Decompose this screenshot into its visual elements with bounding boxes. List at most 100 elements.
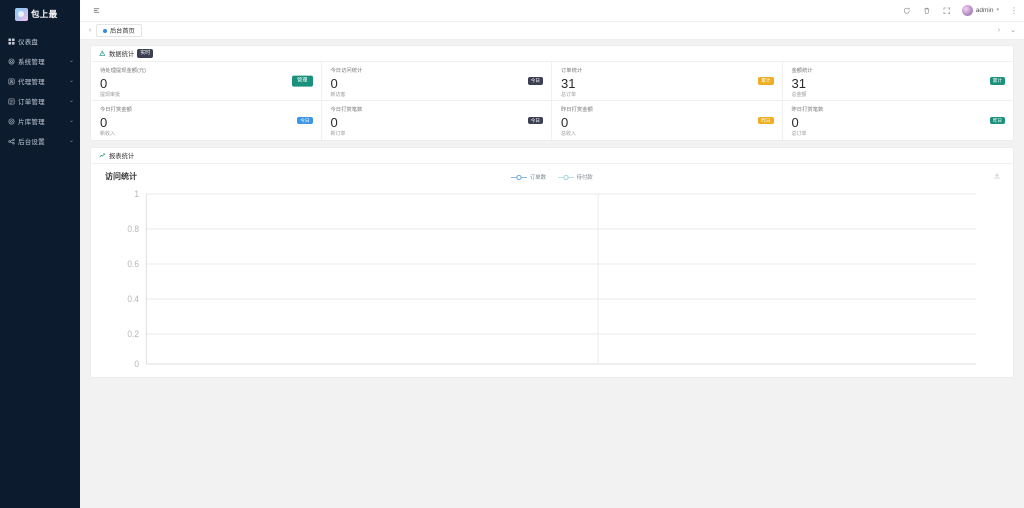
user-name: admin [975,7,994,14]
sidebar-item-dashboard[interactable]: 仪表盘 [0,31,80,51]
sidebar-item-order[interactable]: 订单管理 ⌄ [0,91,80,111]
stat-card: 金额统计 31 总金额 累计 [782,62,1013,101]
line-chart-icon [99,152,106,159]
sidebar-item-label: 后台设置 [18,139,45,146]
report-panel-header: 报表统计 [91,148,1013,164]
content-area: 数据统计 实时 待处理提现金额(元) 0 提现审批 管理 今日访问统计 0 新访… [80,40,1024,508]
stat-sublabel: 总订单 [561,92,577,99]
status-badge: 今日 [527,77,543,85]
stat-label: 金额统计 [791,68,813,74]
tab-scroll-next[interactable]: › [998,27,1000,34]
y-tick-label: 0.6 [127,259,139,269]
share-config-icon [7,137,15,145]
stat-label: 待处理提现金额(元) [100,68,146,74]
status-badge: 今日 [297,116,313,125]
stat-label: 今日打赏笔数 [330,107,363,113]
stat-sublabel: 提现审批 [100,92,121,99]
stat-sublabel: 新访客 [330,92,346,99]
chevron-down-icon: ⌄ [68,98,74,104]
sidebar-item-system[interactable]: 系统管理 ⌄ [0,51,80,71]
stat-sublabel: 新订单 [330,131,346,138]
stat-card: 今日打赏金额 0 新收入 今日 [91,101,322,140]
clear-cache-icon[interactable] [922,6,931,15]
sidebar-item-label: 仪表盘 [18,39,39,46]
media-library-icon [7,117,15,125]
sidebar-item-label: 片库管理 [18,119,45,126]
tab-scroll-prev[interactable]: ‹ [84,27,96,34]
stat-sublabel: 新收入 [100,131,116,138]
tab-backend-home[interactable]: 后台首页 [96,24,142,37]
tab-bar: ‹ 后台首页 › ⌄ [80,22,1024,40]
tab-active-dot-icon [103,28,107,33]
stat-value: 0 [330,75,338,91]
more-options-icon[interactable]: ⋮ [1010,6,1018,15]
status-badge: 昨日 [758,116,774,125]
stat-value: 0 [330,114,338,130]
stat-label: 订单统计 [561,68,583,74]
chart-toolbox [993,172,1001,180]
fullscreen-icon[interactable] [942,6,951,15]
sidebar-item-label: 订单管理 [18,99,45,106]
stat-card: 待处理提现金额(元) 0 提现审批 管理 [91,62,322,101]
logo-text: 包上最 [31,9,58,19]
chart-title: 访问统计 [105,172,137,181]
status-badge: 累计 [989,77,1005,85]
dashboard-icon [7,37,15,45]
sidebar-logo[interactable]: 包上最 [0,3,80,25]
stat-label: 今日打赏金额 [100,107,132,113]
tab-bar-controls: › ⌄ [998,27,1020,34]
stat-label: 昨日打赏笔数 [791,107,824,113]
sidebar: 包上最 仪表盘 系统管理 ⌄ 代理管理 ⌄ 订单管理 ⌄ 片库管理 ⌄ 后台设置… [0,0,80,508]
chart-y-axis: 1 0.8 0.6 0.4 0.2 0 [127,190,139,369]
top-bar: admin ▾ ⋮ [80,0,1024,22]
stat-sublabel: 总收入 [561,131,577,138]
stat-value: 0 [791,114,799,130]
warning-triangle-icon [99,50,106,57]
stat-value: 0 [100,114,108,130]
stat-label: 昨日打赏金额 [561,107,593,113]
y-tick-label: 0.8 [127,224,139,234]
refresh-icon[interactable] [902,6,911,15]
stat-value: 0 [100,75,108,91]
user-menu[interactable]: admin ▾ [961,5,999,16]
stat-value: 31 [791,75,806,91]
app-root: 包上最 仪表盘 系统管理 ⌄ 代理管理 ⌄ 订单管理 ⌄ 片库管理 ⌄ 后台设置… [0,0,1024,508]
y-tick-label: 1 [134,190,139,199]
stats-panel-header: 数据统计 实时 [91,46,1013,62]
stats-panel: 数据统计 实时 待处理提现金额(元) 0 提现审批 管理 今日访问统计 0 新访… [90,45,1014,141]
logo-image-icon [15,7,28,21]
sidebar-item-media-library[interactable]: 片库管理 ⌄ [0,111,80,131]
stat-value: 0 [561,114,569,130]
stat-card: 今日打赏笔数 0 新订单 今日 [322,101,552,140]
chevron-down-icon: ⌄ [68,138,74,144]
avatar [961,5,973,16]
stats-grid: 待处理提现金额(元) 0 提现审批 管理 今日访问统计 0 新访客 今日 订单统… [91,62,1013,140]
withdraw-manage-button[interactable]: 管理 [292,75,313,87]
download-icon[interactable] [993,172,1001,180]
order-list-icon [7,97,15,105]
chevron-down-icon: ⌄ [68,118,74,124]
status-badge: 累计 [758,77,774,85]
chevron-down-icon: ⌄ [68,78,74,84]
y-tick-label: 0 [134,359,139,369]
report-panel-title: 报表统计 [109,153,135,160]
stat-sublabel: 总订单 [791,131,807,138]
agent-card-icon [7,77,15,85]
chart-plot-area: 1 0.8 0.6 0.4 0.2 0 [91,190,1013,370]
y-tick-label: 0.4 [127,294,139,304]
chart-container: 访问统计 订单数 待付款 1 0.8 0.6 0.4 0.2 0 [91,164,1013,377]
tab-label: 后台首页 [110,28,135,35]
status-badge: 今日 [527,116,543,125]
sidebar-item-backend-settings[interactable]: 后台设置 ⌄ [0,131,80,151]
report-panel: 报表统计 访问统计 订单数 待付款 1 0.8 0.6 0.4 0.2 0 [90,147,1014,378]
tab-dropdown-icon[interactable]: ⌄ [1010,27,1016,34]
sidebar-menu: 仪表盘 系统管理 ⌄ 代理管理 ⌄ 订单管理 ⌄ 片库管理 ⌄ 后台设置 ⌄ [0,31,80,151]
stat-sublabel: 总金额 [791,92,807,99]
stat-label: 今日访问统计 [330,68,363,74]
stat-value: 31 [561,75,576,91]
sidebar-item-agent[interactable]: 代理管理 ⌄ [0,71,80,91]
menu-collapse-icon[interactable] [92,6,101,15]
top-bar-actions: admin ▾ ⋮ [902,5,1018,16]
chevron-down-icon: ⌄ [68,58,74,64]
stat-card: 今日访问统计 0 新访客 今日 [321,62,552,101]
